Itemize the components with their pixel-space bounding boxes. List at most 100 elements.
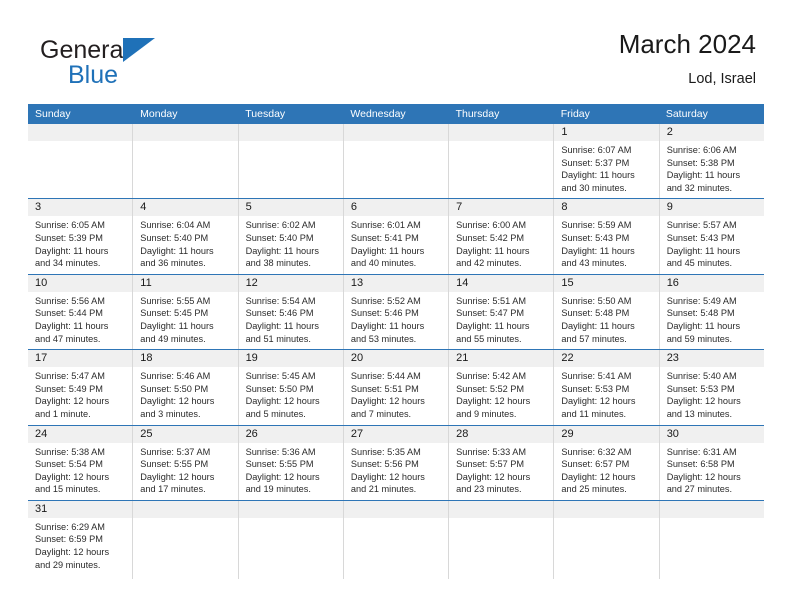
calendar-day-cell[interactable]: 11 Sunrise: 5:55 AM Sunset: 5:45 PM Dayligh… — [133, 274, 239, 350]
calendar-day-cell[interactable]: 1 Sunrise: 6:07 AM Sunset: 5:37 PM Daylight… — [554, 124, 660, 199]
calendar-day-cell[interactable]: 9 Sunrise: 5:57 AM Sunset: 5:43 PM Daylight… — [659, 199, 764, 273]
calendar-day-cell[interactable]: 30 Sunrise: 6:31 AM Sunset: 6:58 PM Dayligh… — [659, 425, 764, 500]
weekday-header-wednesday: Wednesday — [350, 108, 406, 120]
day-info-line: Sunrise: 6:00 AM — [456, 220, 527, 231]
day-info-line: Daylight: 12 hours — [245, 471, 320, 482]
day-info-line: Sunset: 5:38 PM — [666, 157, 735, 168]
day-number: 11 — [133, 274, 238, 292]
day-info-line: Sunset: 5:46 PM — [350, 308, 419, 319]
day-info-line: and 59 minutes. — [666, 333, 733, 344]
calendar-day-cell[interactable]: 31 Sunrise: 6:29 AM Sunset: 6:59 PM Dayligh… — [28, 500, 134, 579]
day-info-line: Sunrise: 6:02 AM — [245, 220, 316, 231]
day-number: 18 — [133, 350, 238, 368]
day-info-line: and 51 minutes. — [245, 333, 311, 344]
calendar-day-cell[interactable]: 8 Sunrise: 5:59 AM Sunset: 5:43 PM Daylight… — [554, 199, 660, 274]
day-info-line: and 57 minutes. — [561, 333, 627, 344]
day-info-line: Sunset: 5:50 PM — [140, 383, 209, 394]
brand-name-general: General — [40, 36, 129, 64]
calendar-day-cell[interactable]: 25 Sunrise: 5:37 AM Sunset: 5:55 PM Dayligh… — [133, 425, 239, 500]
calendar-day-cell[interactable]: 23 Sunrise: 5:40 AM Sunset: 5:53 PM Dayligh… — [659, 350, 764, 424]
day-sun-info: Sunrise: 5:40 AM Sunset: 5:53 PM Daylight:… — [660, 367, 764, 424]
calendar-day-cell[interactable]: 12 Sunrise: 5:54 AM Sunset: 5:46 PM Dayligh… — [238, 274, 344, 350]
calendar-day-cell[interactable]: 29 Sunrise: 6:32 AM Sunset: 6:57 PM Dayligh… — [554, 425, 660, 500]
day-sun-info: Sunrise: 6:05 AM Sunset: 5:39 PM Daylight:… — [28, 216, 132, 273]
day-info-line: Sunset: 6:57 PM — [561, 459, 630, 470]
calendar-day-cell[interactable]: 28 Sunrise: 5:33 AM Sunset: 5:57 PM Dayligh… — [449, 425, 555, 500]
day-number: 20 — [343, 350, 449, 368]
day-number: 30 — [659, 425, 764, 443]
calendar-week-row: 17 Sunrise: 5:47 AM Sunset: 5:49 PM Dayligh… — [28, 349, 764, 425]
day-sun-info: Sunrise: 5:47 AM Sunset: 5:49 PM Daylight:… — [28, 367, 132, 424]
day-info-line: and 53 minutes. — [350, 333, 417, 344]
calendar-empty-cell — [449, 124, 555, 199]
weekday-header-monday: Monday — [140, 108, 178, 120]
calendar-day-cell[interactable]: 3 Sunrise: 6:05 AM Sunset: 5:39 PM Daylight… — [28, 199, 134, 274]
day-info-line: Daylight: 11 hours — [666, 245, 741, 256]
calendar-day-cell[interactable]: 21 Sunrise: 5:42 AM Sunset: 5:52 PM Dayligh… — [449, 350, 555, 425]
day-info-line: Sunset: 5:53 PM — [561, 383, 630, 394]
day-info-line: Sunrise: 6:07 AM — [561, 145, 632, 155]
calendar-body: 1 Sunrise: 6:07 AM Sunset: 5:37 PM Daylight… — [28, 124, 764, 579]
calendar-day-cell[interactable]: 18 Sunrise: 5:46 AM Sunset: 5:50 PM Dayligh… — [133, 350, 239, 425]
day-info-line: and 27 minutes. — [666, 484, 733, 495]
general-blue-logo[interactable]: General Blue — [40, 36, 240, 96]
day-info-line: Daylight: 11 hours — [561, 170, 635, 181]
day-number: 3 — [28, 199, 133, 217]
calendar-day-cell[interactable]: 4 Sunrise: 6:04 AM Sunset: 5:40 PM Daylight… — [133, 199, 239, 274]
day-sun-info: Sunrise: 5:52 AM Sunset: 5:46 PM Daylight:… — [344, 292, 448, 349]
day-number: 8 — [554, 199, 659, 217]
day-info-line: Sunset: 5:40 PM — [140, 232, 209, 243]
calendar-day-cell[interactable]: 2 Sunrise: 6:06 AM Sunset: 5:38 PM Daylight… — [659, 124, 764, 198]
day-number: 1 — [554, 124, 659, 141]
day-info-line: Daylight: 11 hours — [350, 245, 425, 256]
day-info-line: and 21 minutes. — [350, 484, 417, 495]
day-info-line: Sunset: 5:57 PM — [456, 459, 525, 470]
day-sun-info: Sunrise: 5:49 AM Sunset: 5:48 PM Daylight:… — [660, 292, 764, 349]
calendar-day-cell[interactable]: 6 Sunrise: 6:01 AM Sunset: 5:41 PM Daylight… — [343, 199, 450, 274]
day-info-line: Sunset: 5:49 PM — [35, 383, 103, 394]
calendar-empty-cell — [659, 500, 764, 579]
blue-triangle-flag-icon — [123, 38, 155, 62]
day-info-line: Sunrise: 6:04 AM — [140, 220, 211, 231]
day-info-line: and 55 minutes. — [456, 333, 522, 344]
day-number: 22 — [554, 350, 659, 368]
day-sun-info: Sunrise: 6:32 AM Sunset: 6:57 PM Daylight:… — [554, 443, 658, 500]
weekday-header-tuesday: Tuesday — [245, 108, 286, 120]
day-info-line: Sunrise: 5:51 AM — [456, 295, 527, 306]
day-sun-info: Sunrise: 5:56 AM Sunset: 5:44 PM Daylight:… — [28, 292, 132, 349]
day-info-line: Daylight: 12 hours — [35, 396, 110, 407]
day-info-line: Sunrise: 6:05 AM — [35, 220, 105, 231]
day-info-line: Sunrise: 5:50 AM — [561, 295, 632, 306]
day-number — [28, 124, 133, 141]
day-info-line: Sunset: 5:40 PM — [245, 232, 314, 243]
day-info-line: Sunset: 5:51 PM — [350, 383, 419, 394]
calendar-day-cell[interactable]: 14 Sunrise: 5:51 AM Sunset: 5:47 PM Dayligh… — [449, 274, 555, 350]
day-sun-info: Sunrise: 5:57 AM Sunset: 5:43 PM Daylight:… — [660, 216, 764, 273]
calendar-day-cell[interactable]: 22 Sunrise: 5:41 AM Sunset: 5:53 PM Dayligh… — [554, 350, 660, 425]
day-info-line: Sunset: 5:46 PM — [245, 308, 314, 319]
calendar-week-row: 1 Sunrise: 6:07 AM Sunset: 5:37 PM Daylight… — [28, 124, 764, 199]
day-info-line: and 36 minutes. — [140, 258, 206, 269]
day-info-line: Daylight: 12 hours — [561, 471, 636, 482]
day-info-line: and 11 minutes. — [561, 408, 627, 419]
calendar-day-cell[interactable]: 10 Sunrise: 5:56 AM Sunset: 5:44 PM Dayligh… — [28, 274, 134, 350]
calendar-day-cell[interactable]: 16 Sunrise: 5:49 AM Sunset: 5:48 PM Dayligh… — [659, 274, 764, 349]
calendar-day-cell[interactable]: 24 Sunrise: 5:38 AM Sunset: 5:54 PM Dayligh… — [28, 425, 134, 500]
day-sun-info: Sunrise: 6:04 AM Sunset: 5:40 PM Daylight:… — [133, 216, 237, 273]
calendar-day-cell[interactable]: 17 Sunrise: 5:47 AM Sunset: 5:49 PM Dayligh… — [28, 350, 134, 425]
day-info-line: and 5 minutes. — [245, 408, 306, 419]
day-number: 29 — [554, 425, 659, 443]
calendar-day-cell[interactable]: 5 Sunrise: 6:02 AM Sunset: 5:40 PM Daylight… — [238, 199, 344, 274]
calendar-day-cell[interactable]: 27 Sunrise: 5:35 AM Sunset: 5:56 PM Dayligh… — [343, 425, 450, 500]
day-info-line: and 23 minutes. — [456, 484, 522, 495]
calendar-day-cell[interactable]: 26 Sunrise: 5:36 AM Sunset: 5:55 PM Dayligh… — [238, 425, 344, 500]
day-number — [343, 500, 449, 518]
day-info-line: Sunset: 5:41 PM — [350, 232, 419, 243]
day-info-line: Daylight: 11 hours — [140, 320, 214, 331]
day-number — [449, 124, 554, 141]
calendar-day-cell[interactable]: 20 Sunrise: 5:44 AM Sunset: 5:51 PM Dayligh… — [343, 350, 450, 425]
calendar-day-cell[interactable]: 7 Sunrise: 6:00 AM Sunset: 5:42 PM Daylight… — [449, 199, 555, 274]
calendar-day-cell[interactable]: 13 Sunrise: 5:52 AM Sunset: 5:46 PM Dayligh… — [343, 274, 450, 350]
calendar-day-cell[interactable]: 19 Sunrise: 5:45 AM Sunset: 5:50 PM Dayligh… — [238, 350, 344, 425]
calendar-day-cell[interactable]: 15 Sunrise: 5:50 AM Sunset: 5:48 PM Dayligh… — [554, 274, 660, 350]
